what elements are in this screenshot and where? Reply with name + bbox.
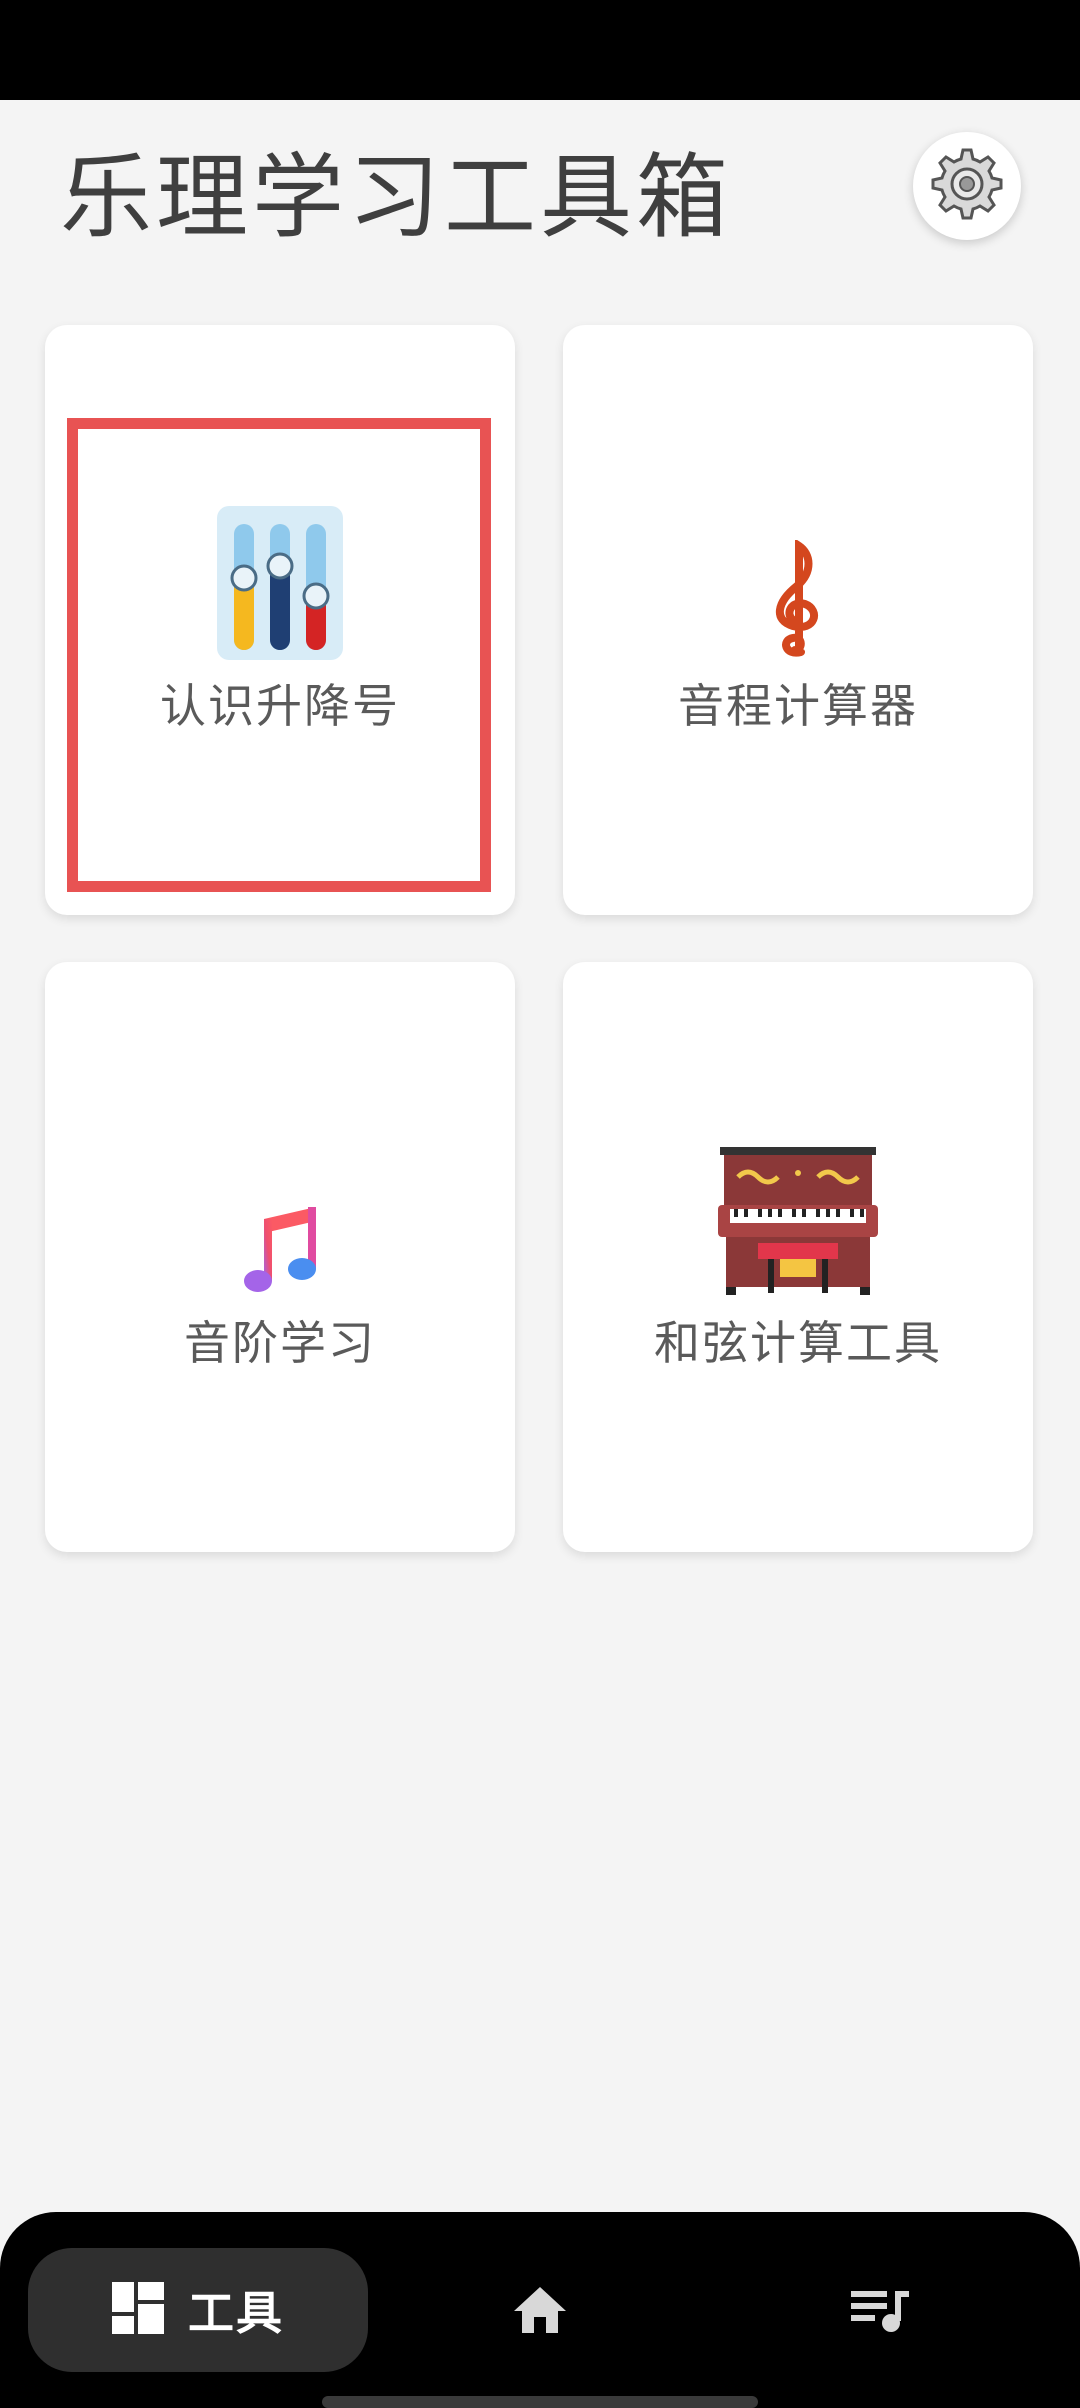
- nav-tab-home[interactable]: [500, 2272, 580, 2352]
- music-note-icon: [215, 1147, 345, 1297]
- dashboard-icon: [112, 2282, 164, 2338]
- settings-button[interactable]: [913, 132, 1021, 240]
- gear-icon: [927, 144, 1007, 228]
- nav-tab-tools[interactable]: 工具: [28, 2248, 368, 2372]
- page-title: 乐理学习工具箱: [60, 144, 733, 251]
- card-label: 音程计算器: [678, 679, 918, 733]
- selection-highlight: [67, 418, 491, 892]
- card-label: 音阶学习: [184, 1316, 376, 1370]
- nav-tab-tools-label: 工具: [188, 2286, 284, 2340]
- card-chord-calculator[interactable]: 和弦计算工具: [563, 962, 1033, 1552]
- bottom-nav: 工具: [0, 2212, 1080, 2408]
- playlist-icon: [851, 2287, 909, 2337]
- treble-clef-icon: [733, 510, 863, 660]
- card-label: 和弦计算工具: [654, 1316, 942, 1370]
- card-interval-calculator[interactable]: 音程计算器: [563, 325, 1033, 915]
- status-bar: [0, 0, 1080, 100]
- home-icon: [512, 2285, 568, 2339]
- nav-tab-playlist[interactable]: [840, 2272, 920, 2352]
- home-indicator[interactable]: [322, 2396, 758, 2408]
- piano-icon: [718, 1147, 878, 1297]
- card-scale-learning[interactable]: 音阶学习: [45, 962, 515, 1552]
